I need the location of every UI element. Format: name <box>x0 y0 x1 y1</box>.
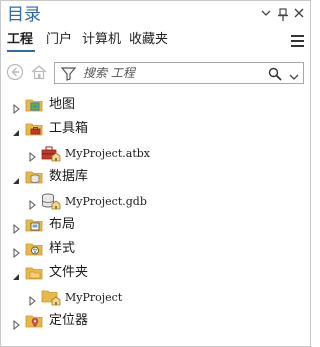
pane-title-bar: 目录 <box>1 1 310 29</box>
expand-arrow-icon[interactable] <box>27 147 37 163</box>
pin-icon[interactable] <box>276 8 290 22</box>
maps-folder-icon <box>25 96 43 114</box>
tree-item-toolboxes[interactable]: 工具箱 <box>1 117 310 141</box>
toolbox-icon <box>41 144 61 162</box>
tree-item-label: MyProject.gdb <box>65 195 147 208</box>
geodatabase-icon <box>41 192 61 210</box>
tree-item-label: 数据库 <box>49 169 89 184</box>
tree-item-label: 文件夹 <box>49 265 89 280</box>
collapse-arrow-icon[interactable] <box>11 123 21 136</box>
tree-item-label: MyProject <box>65 291 123 304</box>
search-icon[interactable] <box>268 66 282 85</box>
search-box <box>54 62 304 84</box>
tree-item-locators[interactable]: 定位器 <box>1 309 310 333</box>
folders-folder-icon <box>25 264 43 282</box>
tree-item-label: 地图 <box>49 97 76 112</box>
tree-item-label: 样式 <box>49 241 76 256</box>
locators-folder-icon <box>25 312 43 330</box>
menu-icon[interactable] <box>291 35 304 47</box>
home-icon[interactable] <box>30 63 48 81</box>
pane-title: 目录 <box>7 5 41 25</box>
expand-arrow-icon[interactable] <box>11 315 21 331</box>
back-icon[interactable] <box>6 63 24 81</box>
search-input[interactable] <box>83 65 263 81</box>
expand-arrow-icon[interactable] <box>27 195 37 211</box>
filter-icon[interactable] <box>60 66 77 85</box>
tree-item-label: 布局 <box>49 217 76 232</box>
tree-item-label: 定位器 <box>49 313 89 328</box>
close-icon[interactable] <box>292 8 306 22</box>
layouts-folder-icon <box>25 216 43 234</box>
expand-arrow-icon[interactable] <box>11 243 21 259</box>
tree-item-myproject-atbx[interactable]: MyProject.atbx <box>1 141 310 165</box>
active-tab-indicator <box>7 50 35 52</box>
tree-item-label: 工具箱 <box>49 121 89 136</box>
pane-options-dropdown-icon[interactable] <box>259 8 273 22</box>
collapse-arrow-icon[interactable] <box>11 171 21 184</box>
expand-arrow-icon[interactable] <box>11 99 21 115</box>
tree-item-maps[interactable]: 地图 <box>1 93 310 117</box>
catalog-toolbar <box>1 61 310 87</box>
tab-portal[interactable]: 门户 <box>46 31 72 49</box>
styles-folder-icon <box>25 240 43 258</box>
tab-favorites[interactable]: 收藏夹 <box>129 31 168 49</box>
tree-item-myproject-folder[interactable]: MyProject <box>1 285 310 309</box>
catalog-tabs: 工程 门户 计算机 收藏夹 <box>1 31 310 53</box>
expand-arrow-icon[interactable] <box>11 219 21 235</box>
chevron-down-icon[interactable] <box>289 67 299 86</box>
tree-item-myproject-gdb[interactable]: MyProject.gdb <box>1 189 310 213</box>
tree-item-folders[interactable]: 文件夹 <box>1 261 310 285</box>
home-folder-icon <box>41 288 61 306</box>
tab-project[interactable]: 工程 <box>7 31 33 49</box>
tab-computer[interactable]: 计算机 <box>82 31 121 49</box>
collapse-arrow-icon[interactable] <box>11 267 21 280</box>
toolboxes-folder-icon <box>25 120 43 138</box>
tree-item-label: MyProject.atbx <box>65 147 150 160</box>
tree-item-styles[interactable]: 样式 <box>1 237 310 261</box>
expand-arrow-icon[interactable] <box>27 291 37 307</box>
catalog-pane: 目录 工程 门户 计算机 收藏夹 搜索 工程 地图 工具箱 MyProject.… <box>0 0 311 347</box>
tree-item-databases[interactable]: 数据库 <box>1 165 310 189</box>
databases-folder-icon <box>25 168 43 186</box>
tree-item-layouts[interactable]: 布局 <box>1 213 310 237</box>
